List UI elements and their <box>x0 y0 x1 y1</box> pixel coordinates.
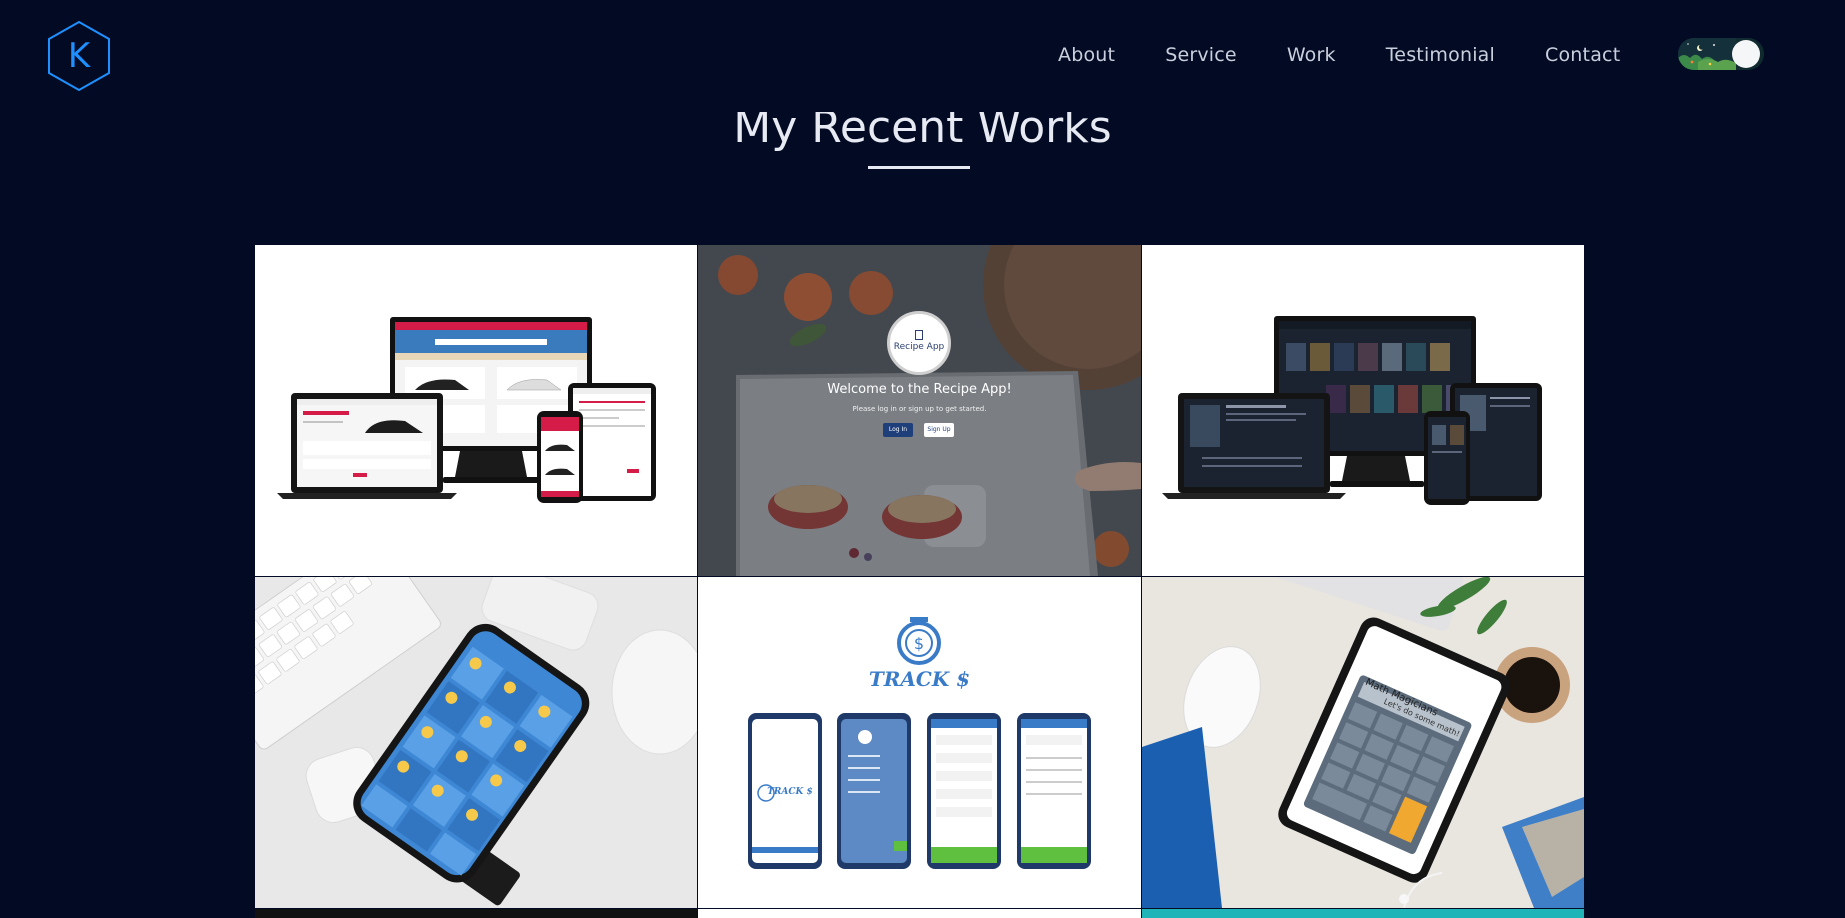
work-card-recipe-app[interactable]: Recipe App Welcome to the Recipe App! Pl… <box>698 245 1141 576</box>
works-grid-next-row <box>255 909 1584 918</box>
recipe-subtitle-text: Please log in or sign up to get started. <box>852 405 987 413</box>
recipe-login-button[interactable]: Log In <box>883 423 913 437</box>
toggle-knob <box>1732 40 1760 68</box>
recipe-badge: Recipe App <box>887 311 951 375</box>
work-card-partial-1[interactable] <box>255 909 697 918</box>
weather-app-mockup-image <box>255 577 697 908</box>
work-card-car-rental[interactable] <box>255 245 697 576</box>
nav-link-contact[interactable]: Contact <box>1545 44 1620 66</box>
nav-link-service[interactable]: Service <box>1165 44 1237 66</box>
work-card-math-magicians[interactable]: Math Magicians Let's do some math! <box>1142 577 1584 908</box>
nav-link-work[interactable]: Work <box>1287 44 1336 66</box>
movie-app-mockup-image <box>1142 245 1584 576</box>
recipe-book-icon <box>915 330 923 340</box>
site-header: K About Service Work Testimonial Contact <box>0 0 1845 112</box>
car-rental-mockup-image <box>255 245 697 576</box>
theme-toggle[interactable] <box>1678 38 1764 70</box>
recipe-badge-label: Recipe App <box>893 342 945 352</box>
logo[interactable]: K <box>46 20 112 92</box>
main-nav: About Service Work Testimonial Contact <box>1058 44 1620 66</box>
night-scene-icon <box>1678 38 1736 70</box>
tracks-brand-title: TRACK $ <box>868 667 971 691</box>
works-grid: Recipe App Welcome to the Recipe App! Pl… <box>255 245 1584 908</box>
work-card-movie-app[interactable] <box>1142 245 1584 576</box>
work-card-partial-2[interactable] <box>698 909 1141 918</box>
recipe-signup-button[interactable]: Sign Up <box>924 423 954 437</box>
nav-link-about[interactable]: About <box>1058 44 1115 66</box>
hexagon-logo-icon: K <box>48 20 110 92</box>
tracks-budget-mockup-image: $ <box>698 577 1141 908</box>
title-underline <box>868 166 970 169</box>
recipe-welcome-text: Welcome to the Recipe App! <box>827 382 1012 397</box>
work-card-partial-3[interactable] <box>1142 909 1584 918</box>
nav-link-testimonial[interactable]: Testimonial <box>1386 44 1495 66</box>
logo-letter: K <box>68 36 92 76</box>
svg-text:$: $ <box>914 634 924 653</box>
tracks-splash-brand: TRACK $ <box>767 787 813 797</box>
work-card-tracks-budget[interactable]: $ TRACK $ TRACK $ <box>698 577 1141 908</box>
math-magicians-mockup-image <box>1142 577 1584 908</box>
work-card-weather-app[interactable] <box>255 577 697 908</box>
